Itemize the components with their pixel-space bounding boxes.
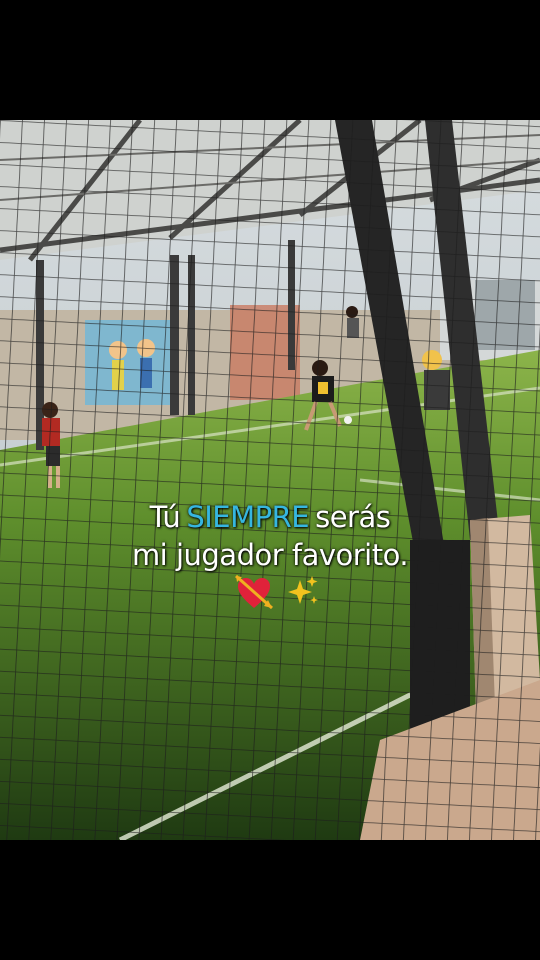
- bottom-letterbox: [0, 840, 540, 960]
- caption-line-2: mi jugador favorito.: [131, 538, 409, 572]
- football-court-scene: [0, 120, 540, 840]
- sparkles-icon: [288, 576, 318, 604]
- video-frame[interactable]: [0, 120, 540, 840]
- caption: Tú SIEMPRE serás mi jugador favorito.: [0, 498, 540, 574]
- caption-highlight-word: SIEMPRE: [186, 500, 310, 534]
- top-letterbox: [0, 0, 540, 120]
- heart-with-arrow-icon: [235, 574, 273, 610]
- caption-word-seras: serás: [315, 500, 391, 534]
- caption-line-1: Tú SIEMPRE serás: [0, 498, 540, 536]
- caption-word-tu: Tú: [149, 500, 181, 534]
- fence-mesh: [0, 120, 540, 840]
- emoji-row: [0, 574, 540, 614]
